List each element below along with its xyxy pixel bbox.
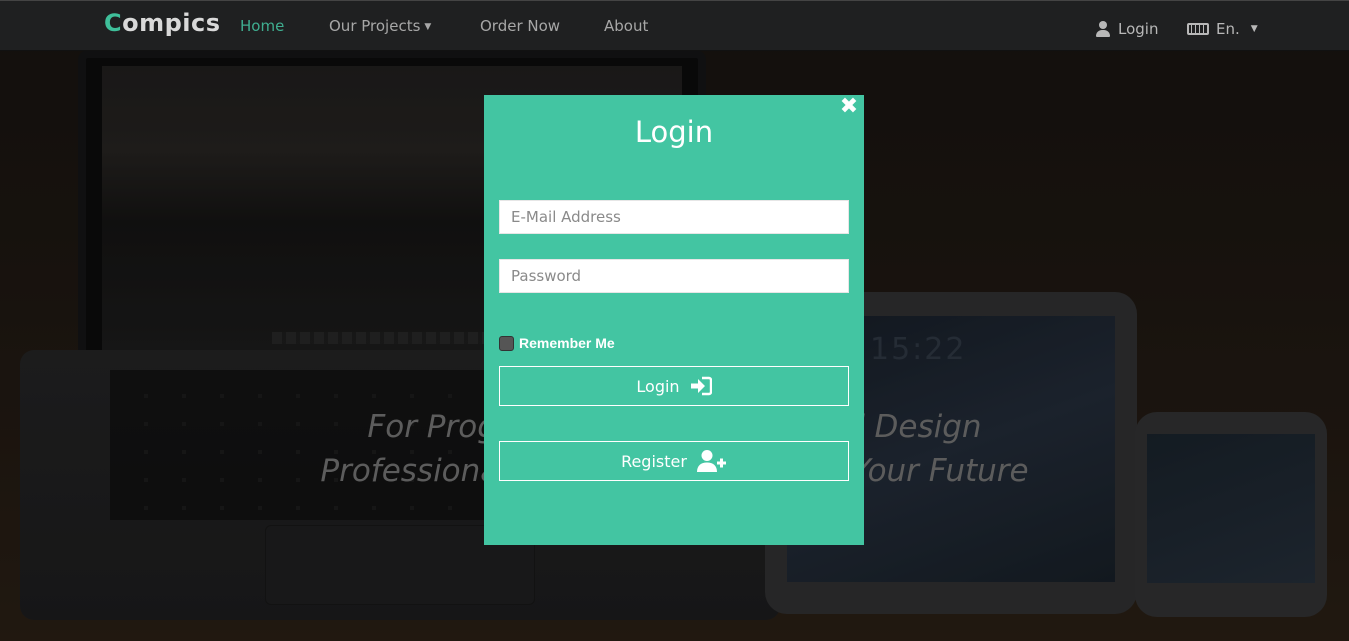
caret-down-icon: ▼ [1250,24,1258,34]
remember-me-label[interactable]: Remember Me [519,335,615,351]
nav-about[interactable]: About [604,17,648,35]
register-button[interactable]: Register [499,441,849,481]
login-button-label: Login [636,376,680,396]
language-selector[interactable]: En. ▼ [1187,20,1258,38]
nav-login[interactable]: Login [1096,20,1158,38]
login-modal: ✖ Login Remember Me Login Register [484,95,864,545]
nav-home[interactable]: Home [240,17,284,35]
nav-order-now[interactable]: Order Now [480,17,560,35]
nav-login-label: Login [1118,20,1159,38]
email-field[interactable] [499,200,849,234]
remember-me-checkbox[interactable] [499,335,514,351]
brand-logo[interactable]: Compics [104,9,221,37]
language-label: En. [1216,20,1240,38]
keyboard-icon [1187,23,1209,35]
password-field[interactable] [499,259,849,293]
brand-rest: ompics [122,9,221,37]
login-button[interactable]: Login [499,366,849,406]
remember-me[interactable]: Remember Me [499,335,615,351]
navbar: Compics Home Our Projects ▼ Order Now Abo… [0,0,1349,51]
modal-title: Login [634,115,714,149]
brand-initial: C [104,9,123,37]
sign-in-icon [690,376,712,396]
nav-our-projects-label: Our Projects [329,17,421,35]
caret-down-icon: ▼ [424,21,432,32]
user-plus-icon [696,449,727,473]
nav-our-projects[interactable]: Our Projects ▼ [329,17,431,35]
user-icon [1096,21,1110,37]
register-button-label: Register [621,451,687,471]
